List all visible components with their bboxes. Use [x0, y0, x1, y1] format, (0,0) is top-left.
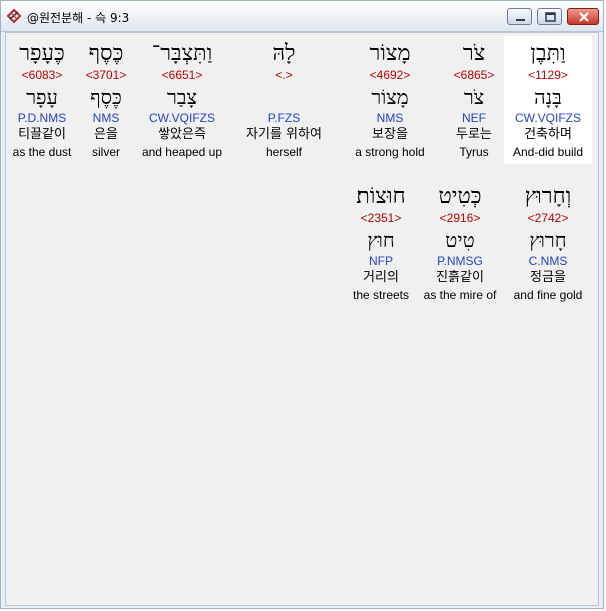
strong-number[interactable]: <6865>: [444, 68, 504, 82]
hebrew-word: מָצוֹר: [369, 41, 411, 66]
strong-number[interactable]: <.>: [232, 68, 336, 82]
morph-code[interactable]: P.NMSG: [416, 253, 504, 269]
english-gloss: as the dust: [12, 145, 72, 159]
english-gloss: silver: [91, 145, 120, 159]
hebrew-word: כֶּעָפָר: [19, 41, 65, 66]
korean-gloss: 정금을: [530, 270, 566, 285]
title-bar[interactable]: @원전분해 - 슥 9:3: [1, 1, 603, 32]
hebrew-lemma: טִיט: [445, 228, 475, 252]
minimize-icon: [516, 19, 525, 21]
hebrew-lemma: צָבַר: [167, 85, 197, 109]
analysis-panel: וַתִּבֶן <1129> בָּנָה CW.VQIFZS 건축하며 An…: [5, 32, 599, 606]
korean-gloss: 보장을: [372, 127, 408, 142]
hebrew-word: וְחָרוּץ: [524, 184, 572, 209]
english-gloss: herself: [265, 145, 303, 159]
hebrew-word: וַתִּבֶן: [530, 41, 566, 66]
close-icon: [579, 12, 589, 22]
english-gloss: the streets: [352, 288, 410, 302]
window-title: @원전분해 - 슥 9:3: [27, 11, 130, 25]
minimize-button[interactable]: [507, 8, 532, 25]
korean-gloss: 두로는: [456, 127, 492, 142]
strong-number[interactable]: <2351>: [346, 211, 416, 225]
english-gloss: as the mire of: [423, 288, 497, 302]
korean-gloss: 건축하며: [524, 127, 572, 142]
english-gloss: and fine gold: [513, 288, 583, 302]
morph-code[interactable]: P.D.NMS: [4, 110, 80, 126]
morph-code[interactable]: C.NMS: [504, 253, 592, 269]
word-cell[interactable]: כְּטִיט <2916> טִיט P.NMSG 진흙같이 as the m…: [416, 179, 504, 307]
word-cell[interactable]: חוּצוֹת׃ <2351> חוּץ NFP 거리의 the streets: [346, 179, 416, 307]
english-gloss: a strong hold: [355, 145, 425, 159]
word-cell[interactable]: כֶּסֶף <3701> כֶּסֶף NMS 은을 silver: [80, 36, 132, 164]
maximize-icon: [545, 12, 556, 22]
morph-code[interactable]: NMS: [336, 110, 444, 126]
maximize-button[interactable]: [537, 8, 562, 25]
korean-gloss: 티끌같이: [18, 127, 66, 142]
strong-number[interactable]: <4692>: [336, 68, 444, 82]
hebrew-word: לָהּ: [272, 41, 296, 66]
english-gloss: Tyrus: [459, 145, 489, 159]
hebrew-lemma: [232, 84, 336, 110]
korean-gloss: 자기를 위하여: [246, 127, 322, 142]
strong-number[interactable]: <2742>: [504, 211, 592, 225]
hebrew-word: צֹר: [462, 41, 486, 66]
morph-code[interactable]: CW.VQIFZS: [132, 110, 232, 126]
english-gloss: and heaped up: [141, 145, 223, 159]
word-row-2: וְחָרוּץ <2742> חָרוּץ C.NMS 정금을 and fin…: [346, 179, 592, 307]
korean-gloss: 거리의: [363, 270, 399, 285]
hebrew-word: כְּטִיט: [438, 184, 482, 209]
hebrew-lemma: מָצוֹר: [371, 85, 409, 109]
word-cell[interactable]: צֹר <6865> צֹר NEF 두로는 Tyrus: [444, 36, 504, 164]
app-icon[interactable]: [5, 7, 23, 25]
hebrew-lemma: חָרוּץ: [529, 228, 567, 252]
word-cell[interactable]: וְחָרוּץ <2742> חָרוּץ C.NMS 정금을 and fin…: [504, 179, 592, 307]
word-row-1: וַתִּבֶן <1129> בָּנָה CW.VQIFZS 건축하며 An…: [4, 36, 592, 164]
korean-gloss: 은을: [94, 127, 118, 142]
word-cell[interactable]: וַתִּבֶן <1129> בָּנָה CW.VQIFZS 건축하며 An…: [504, 36, 592, 164]
strong-number[interactable]: <1129>: [504, 68, 592, 82]
word-cell[interactable]: כֶּעָפָר <6083> עָפָר P.D.NMS 티끌같이 as th…: [4, 36, 80, 164]
hebrew-word: חוּצוֹת׃: [356, 184, 406, 209]
morph-code[interactable]: CW.VQIFZS: [504, 110, 592, 126]
word-cell[interactable]: וַתִּצְבָּר־ <6651> צָבַר CW.VQIFZS 쌓았은즉…: [132, 36, 232, 164]
hebrew-word: וַתִּצְבָּר־: [151, 41, 213, 66]
english-gloss: And-did build: [512, 145, 584, 159]
close-button[interactable]: [567, 8, 599, 25]
hebrew-lemma: עָפָר: [26, 85, 58, 109]
korean-gloss: 진흙같이: [436, 270, 484, 285]
strong-number[interactable]: <6083>: [4, 68, 80, 82]
hebrew-lemma: חוּץ: [367, 228, 395, 252]
strong-number[interactable]: <3701>: [80, 68, 132, 82]
strong-number[interactable]: <2916>: [416, 211, 504, 225]
word-cell[interactable]: מָצוֹר <4692> מָצוֹר NMS 보장을 a strong ho…: [336, 36, 444, 164]
hebrew-lemma: בָּנָה: [534, 85, 562, 109]
hebrew-word: כֶּסֶף: [88, 41, 124, 66]
morph-code[interactable]: NMS: [80, 110, 132, 126]
morph-code[interactable]: NEF: [444, 110, 504, 126]
hebrew-lemma: כֶּסֶף: [90, 85, 122, 109]
hebrew-lemma: צֹר: [463, 85, 485, 109]
strong-number[interactable]: <6651>: [132, 68, 232, 82]
app-window: @원전분해 - 슥 9:3 וַתִּבֶן <1129> בָּנָה CW.…: [0, 0, 604, 609]
morph-code[interactable]: P.FZS: [232, 110, 336, 126]
word-cell[interactable]: לָהּ <.> P.FZS 자기를 위하여 herself: [232, 36, 336, 164]
korean-gloss: 쌓았은즉: [158, 127, 206, 142]
morph-code[interactable]: NFP: [346, 253, 416, 269]
